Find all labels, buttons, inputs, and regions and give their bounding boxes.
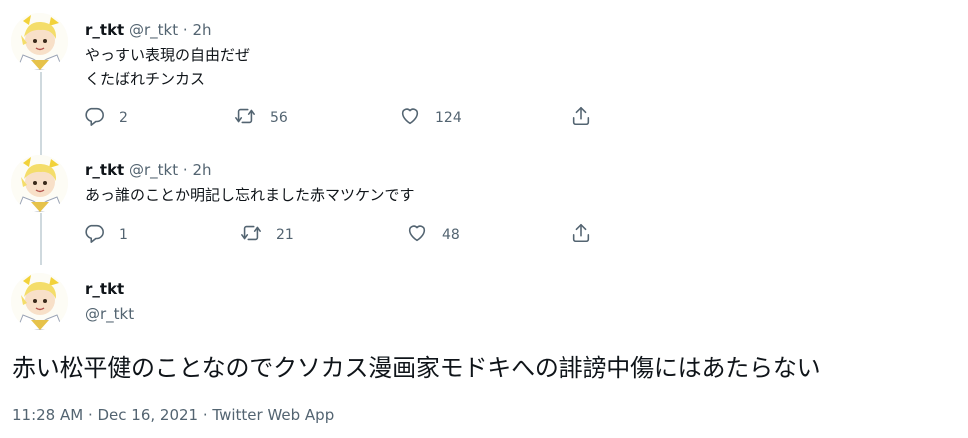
tweet-text-line: あっ誰のことか明記し忘れました赤マツケンです	[85, 186, 415, 204]
share-button[interactable]	[570, 105, 592, 131]
main-tweet-text: 赤い松平健のことなのでクソカス漫画家モドキへの誹謗中傷にはあたらない	[12, 354, 821, 382]
separator: ·	[182, 21, 188, 39]
thread-line	[40, 213, 42, 265]
thread-line	[40, 72, 42, 156]
author-name[interactable]: r_tkt	[85, 279, 124, 299]
heart-icon	[399, 105, 421, 131]
reply-button[interactable]: 1	[83, 222, 128, 248]
share-button[interactable]	[570, 222, 592, 248]
tweet-timestamp[interactable]: 11:28 AM · Dec 16, 2021 · Twitter Web Ap…	[12, 403, 334, 427]
retweet-button[interactable]: 56	[234, 105, 288, 131]
tweet-time[interactable]: 2h	[192, 161, 211, 179]
retweet-button[interactable]: 21	[240, 222, 294, 248]
tweet-text-line: くたばれチンカス	[85, 70, 206, 88]
tweet-time[interactable]: 2h	[192, 21, 211, 39]
reply-icon	[83, 105, 105, 131]
retweet-count: 56	[270, 110, 288, 126]
tweet-text: あっ誰のことか明記し忘れました赤マツケンです	[85, 183, 415, 207]
author-handle[interactable]: @r_tkt	[85, 304, 134, 324]
reply-count: 2	[119, 110, 128, 126]
tweet-header: r_tkt @r_tkt · 2h	[85, 20, 212, 40]
author-handle[interactable]: @r_tkt	[129, 21, 178, 39]
avatar[interactable]	[11, 155, 68, 212]
author-handle[interactable]: @r_tkt	[129, 161, 178, 179]
avatar[interactable]	[11, 273, 68, 330]
tweet-header: r_tkt @r_tkt · 2h	[85, 160, 212, 180]
retweet-icon	[240, 222, 262, 248]
author-name[interactable]: r_tkt	[85, 21, 124, 39]
avatar[interactable]	[11, 13, 68, 70]
reply-button[interactable]: 2	[83, 105, 128, 131]
share-icon	[570, 222, 592, 248]
separator: ·	[182, 161, 188, 179]
like-count: 124	[435, 110, 462, 126]
author-name[interactable]: r_tkt	[85, 161, 124, 179]
share-icon	[570, 105, 592, 131]
retweet-icon	[234, 105, 256, 131]
reply-count: 1	[119, 227, 128, 243]
tweet-text: やっすい表現の自由だぜ くたばれチンカス	[85, 43, 250, 91]
retweet-count: 21	[276, 227, 294, 243]
like-count: 48	[442, 227, 460, 243]
tweet-text-line: やっすい表現の自由だぜ	[85, 46, 251, 64]
heart-icon	[406, 222, 428, 248]
like-button[interactable]: 124	[399, 105, 462, 131]
like-button[interactable]: 48	[406, 222, 460, 248]
reply-icon	[83, 222, 105, 248]
